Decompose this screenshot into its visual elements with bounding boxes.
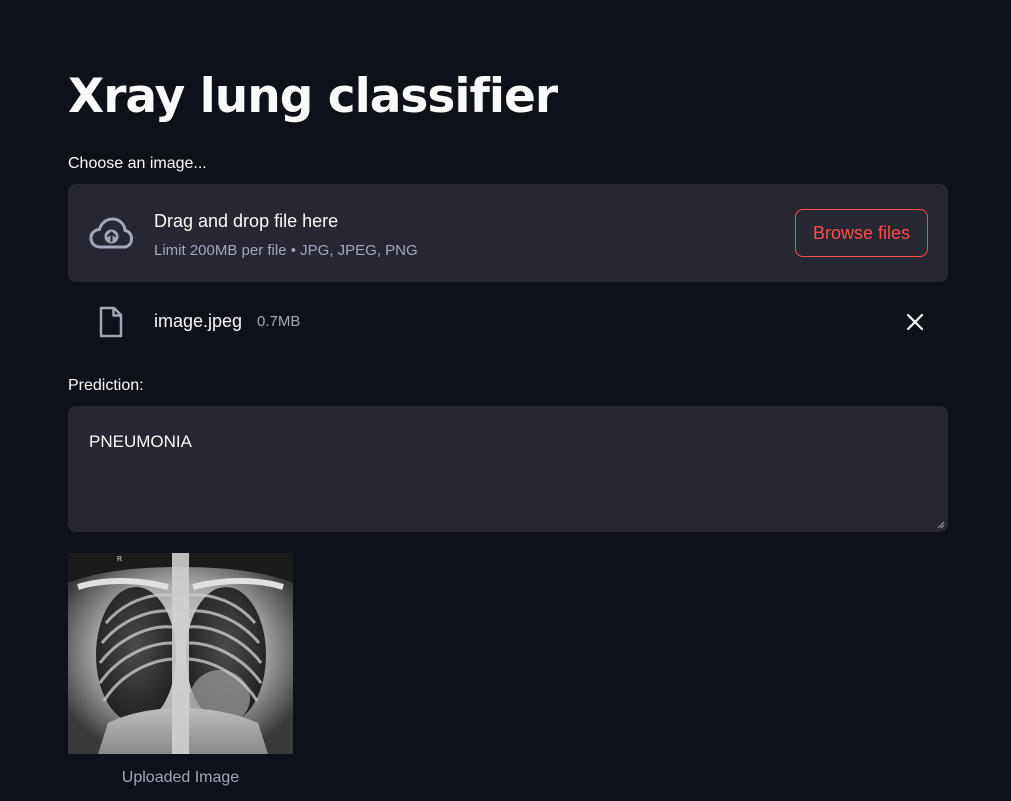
browse-files-button[interactable]: Browse files (795, 209, 928, 257)
resize-handle-icon[interactable] (937, 521, 945, 529)
dropzone-limit-text: Limit 200MB per file • JPG, JPEG, PNG (154, 242, 418, 259)
page-title: Xray lung classifier (68, 69, 558, 124)
file-size: 0.7MB (257, 313, 301, 330)
xray-illustration: R (68, 553, 293, 754)
uploaded-xray-image: R (68, 553, 293, 754)
uploaded-file-row: image.jpeg 0.7MB (68, 296, 948, 346)
prediction-value: PNEUMONIA (89, 432, 192, 451)
cloud-upload-icon (89, 217, 133, 249)
uploader-label: Choose an image... (68, 155, 207, 172)
dropzone-instructions: Drag and drop file here (154, 211, 339, 231)
file-name: image.jpeg (154, 311, 243, 331)
file-icon (99, 306, 123, 338)
image-caption: Uploaded Image (121, 769, 240, 786)
close-icon[interactable] (905, 312, 925, 332)
prediction-label: Prediction: (68, 377, 144, 394)
prediction-textarea[interactable]: PNEUMONIA (68, 406, 948, 532)
xray-marker: R (117, 556, 122, 563)
file-dropzone[interactable]: Drag and drop file here Limit 200MB per … (68, 184, 948, 282)
